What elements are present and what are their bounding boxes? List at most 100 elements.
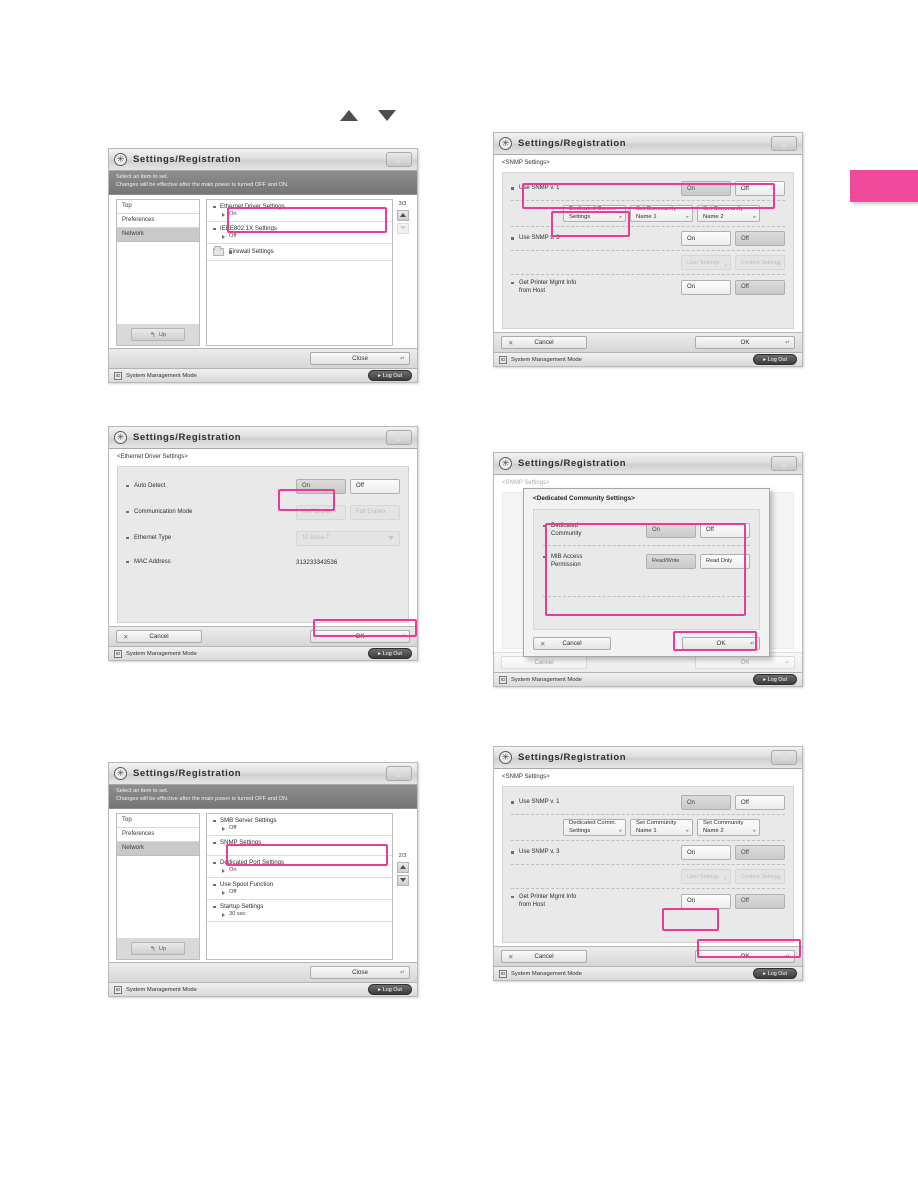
list-item[interactable]: Dedicated Port Settings On [207,856,392,878]
scroll-up-button[interactable] [396,861,409,873]
set-community-name-1-button[interactable]: Set Community Name 1 ▸ [630,819,693,836]
divider [543,596,750,597]
list-item-value: Off [213,889,386,895]
return-icon: ↵ [784,954,790,960]
row-label-line-1: Dedicated [551,522,579,529]
dedicated-community-on-button[interactable]: On [646,522,696,538]
toggle-group: On Off [681,795,785,810]
list-item[interactable]: Use Spool Function Off [207,878,392,900]
logout-arrow-icon: ▸ [763,970,766,977]
scroll-up-button[interactable] [396,209,409,221]
up-button[interactable]: ↰ Up [131,328,185,341]
set-community-name-1-button[interactable]: Set Community Name 1 ▸ [630,205,693,222]
mib-read-write-button[interactable]: Read/Write [646,553,696,569]
app-title: Settings/Registration [133,154,242,165]
list-item-title: Startup Settings [213,903,386,910]
help-icon[interactable]: ◍ [386,152,412,167]
nav-item-network[interactable]: Network [117,227,199,242]
snmp-v1-on-button[interactable]: On [681,181,731,196]
nav-item-network[interactable]: Network [117,841,199,856]
status-left: ID System Management Mode [114,985,197,994]
snmp-v3-on-button[interactable]: On [681,231,731,246]
cancel-button-label: Cancel [534,953,554,960]
submenu-arrow-icon: ▸ [753,214,756,220]
printer-mgmt-on-button[interactable]: On [681,279,731,295]
divider [511,888,785,889]
row-label: Use SNMP v. 3 [511,234,681,242]
cancel-button[interactable]: ✕ Cancel [116,630,202,643]
user-settings-button: User Settings ▸ [681,255,731,270]
logout-button[interactable]: ▸ Log Out [753,674,797,685]
return-icon: ↵ [399,970,405,976]
form-area: Auto Detect On Off Communication Mode Ha… [109,463,417,626]
list-item[interactable]: SNMP Settings [207,836,392,856]
nav-item-top[interactable]: Top [117,813,199,828]
list-item[interactable]: Startup Settings 30 sec [207,900,392,922]
help-icon[interactable]: ◍ [771,136,797,151]
logout-button[interactable]: ▸ Log Out [368,648,412,659]
snmp-v1-off-button[interactable]: Off [735,181,785,196]
snmp-v3-on-button[interactable]: On [681,845,731,860]
status-left: ID System Management Mode [499,355,582,364]
title-bar: Settings/Registration ◍ [494,453,802,475]
nav-item-top[interactable]: Top [117,199,199,214]
snmp-v1-off-button[interactable]: Off [735,795,785,810]
btn-line-1: Set Community [636,820,677,827]
ok-button[interactable]: OK ↵ [695,950,795,963]
mib-read-only-button[interactable]: Read Only [700,553,750,569]
help-icon[interactable]: ◍ [771,750,797,765]
help-icon[interactable]: ◍ [386,430,412,445]
dedicated-community-dialog: <Dedicated Community Settings> Dedicated… [523,488,770,657]
dialog-ok-button[interactable]: OK ↵ [682,637,760,650]
logout-button[interactable]: ▸ Log Out [753,354,797,365]
close-button[interactable]: Close ↵ [310,352,410,365]
printer-mgmt-off-button[interactable]: Off [735,279,785,295]
ok-button[interactable]: OK ↵ [695,336,795,349]
list-item[interactable]: Firewall Settings [207,244,392,261]
toggle-group: On Off [646,522,750,538]
status-bar: ID System Management Mode ▸ Log Out [109,982,417,996]
cancel-button[interactable]: ✕ Cancel [501,336,587,349]
nav-item-preferences[interactable]: Preferences [117,827,199,842]
snmp-v1-on-button[interactable]: On [681,795,731,810]
set-community-name-2-button[interactable]: Set Community Name 2 ▸ [697,819,760,836]
snmp-v3-off-button[interactable]: Off [735,231,785,246]
scroll-down-button[interactable] [396,874,409,886]
user-settings-button: User Settings ▸ [681,869,731,884]
scroll-down-button[interactable] [396,222,409,234]
logout-button[interactable]: ▸ Log Out [753,968,797,979]
list-item[interactable]: IEEE802.1X Settings Off [207,222,392,244]
printer-mgmt-off-button[interactable]: Off [735,893,785,909]
list-item[interactable]: Ethernet Driver Settings On [207,200,392,222]
auto-detect-on-button[interactable]: On [296,478,346,494]
logout-arrow-icon: ▸ [378,986,381,993]
dedicated-comm-settings-button[interactable]: Dedicated Comm. Settings ▸ [563,205,626,222]
dedicated-comm-settings-button[interactable]: Dedicated Comm. Settings ▸ [563,819,626,836]
close-button[interactable]: Close ↵ [310,966,410,979]
divider [511,250,785,251]
dialog-cancel-button[interactable]: ✕ Cancel [533,637,611,650]
snmp-v3-off-button[interactable]: Off [735,845,785,860]
cancel-button[interactable]: ✕ Cancel [501,950,587,963]
row-label: Auto Detect [126,482,296,490]
status-text: System Management Mode [511,970,582,977]
list-item-title: Dedicated Port Settings [213,859,386,866]
help-icon[interactable]: ◍ [386,766,412,781]
dedicated-community-off-button[interactable]: Off [700,522,750,538]
list-item-title: SMB Server Settings [213,817,386,824]
nav-list: Top Preferences Network [117,813,199,938]
logout-button[interactable]: ▸ Log Out [368,370,412,381]
logout-button[interactable]: ▸ Log Out [368,984,412,995]
ok-button-label: OK [740,953,750,960]
nav-list: Top Preferences Network [117,199,199,324]
help-icon[interactable]: ◍ [771,456,797,471]
up-button[interactable]: ↰ Up [131,942,185,955]
printer-mgmt-on-button[interactable]: On [681,893,731,909]
logout-arrow-icon: ▸ [378,372,381,379]
list-item[interactable]: SMB Server Settings Off [207,814,392,836]
nav-item-preferences[interactable]: Preferences [117,213,199,228]
ok-button[interactable]: OK ↵ [310,630,410,643]
set-community-name-2-button[interactable]: Set Community Name 2 ▸ [697,205,760,222]
auto-detect-off-button[interactable]: Off [350,478,400,494]
list-item-title: SNMP Settings [213,839,386,846]
